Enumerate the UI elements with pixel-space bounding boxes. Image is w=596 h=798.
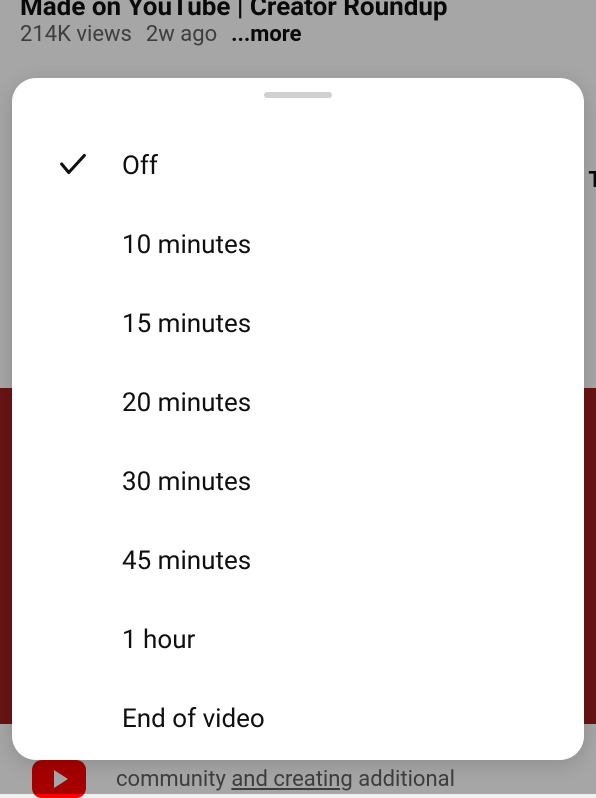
drag-handle[interactable] xyxy=(264,92,332,98)
option-20-minutes[interactable]: 20 minutes xyxy=(12,363,584,442)
option-label: 1 hour xyxy=(122,625,195,655)
option-label: Off xyxy=(122,151,158,181)
sleep-timer-options: Off 10 minutes 15 minutes 20 minutes 30 … xyxy=(12,108,584,758)
option-label: 45 minutes xyxy=(122,546,251,576)
option-label: 20 minutes xyxy=(122,388,251,418)
option-30-minutes[interactable]: 30 minutes xyxy=(12,442,584,521)
option-end-of-video[interactable]: End of video xyxy=(12,679,584,758)
option-label: End of video xyxy=(122,704,265,734)
option-label: 30 minutes xyxy=(122,467,251,497)
option-1-hour[interactable]: 1 hour xyxy=(12,600,584,679)
checkmark-icon xyxy=(56,147,90,185)
bottom-sheet: Off 10 minutes 15 minutes 20 minutes 30 … xyxy=(12,78,584,760)
option-off[interactable]: Off xyxy=(12,126,584,205)
check-column xyxy=(56,147,122,185)
option-label: 15 minutes xyxy=(122,309,251,339)
option-10-minutes[interactable]: 10 minutes xyxy=(12,205,584,284)
option-15-minutes[interactable]: 15 minutes xyxy=(12,284,584,363)
option-45-minutes[interactable]: 45 minutes xyxy=(12,521,584,600)
option-label: 10 minutes xyxy=(122,230,251,260)
